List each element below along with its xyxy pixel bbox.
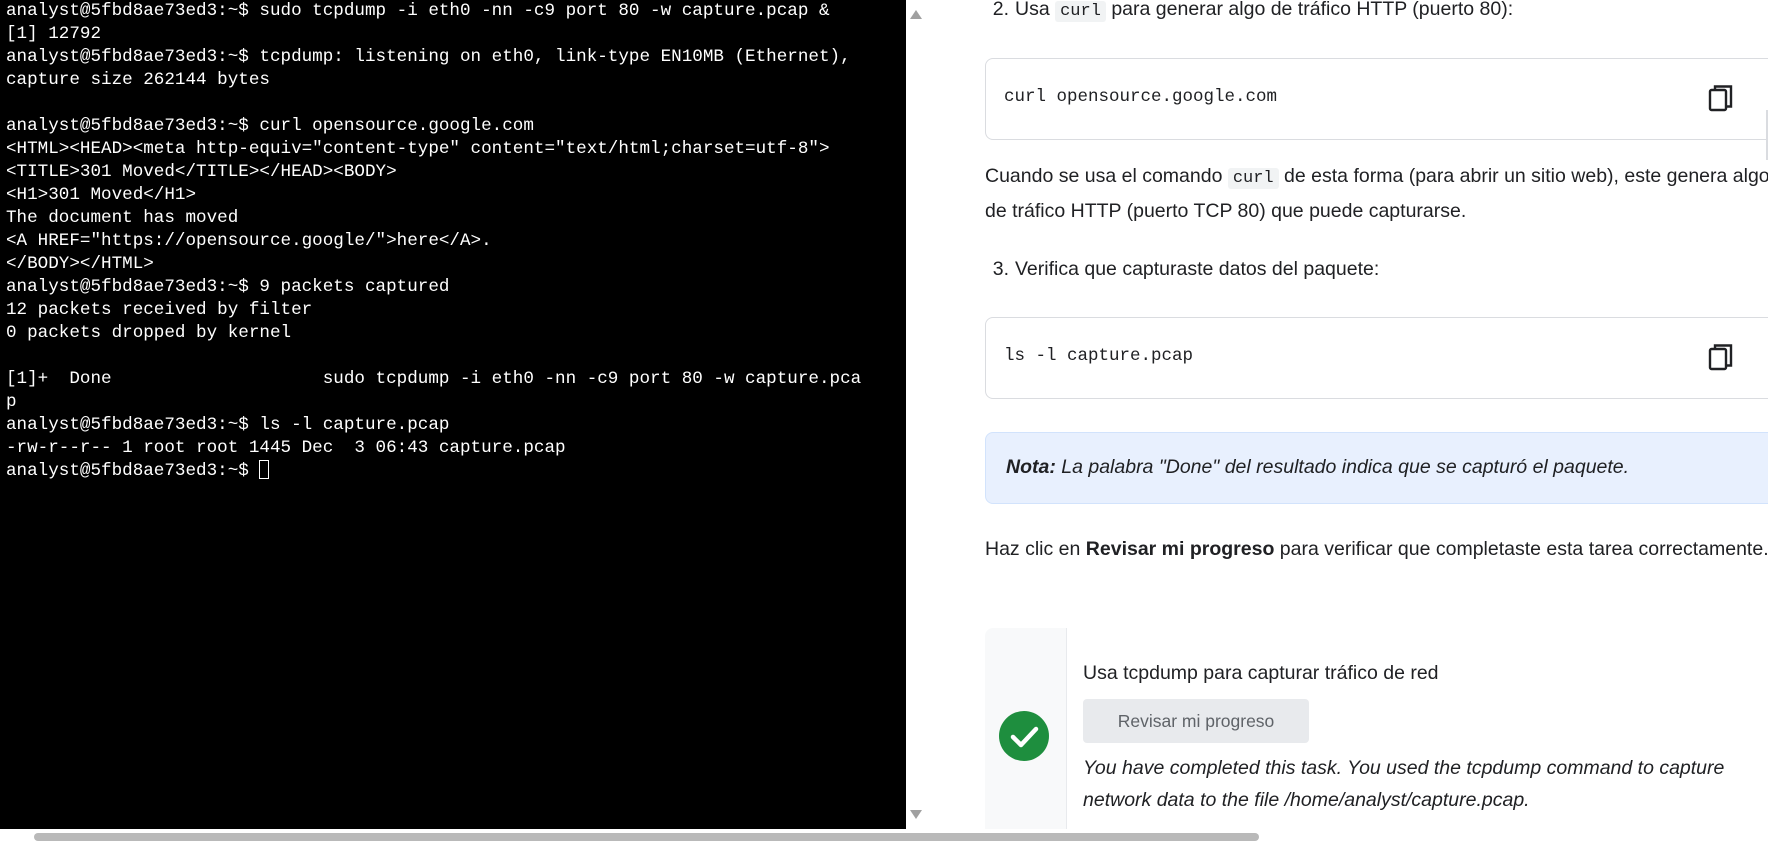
progress-instruction-after: para verificar que completaste esta tare… (1274, 538, 1768, 560)
step-2-text-before: Usa (1015, 0, 1056, 20)
code-block-curl: curl opensource.google.com (985, 58, 1768, 140)
curl-explanation-code: curl (1227, 168, 1279, 189)
terminal-line: <A HREF="https://opensource.google/">her… (6, 231, 492, 251)
terminal-line: analyst@5fbd8ae73ed3:~$ tcpdump: listeni… (6, 47, 851, 67)
terminal-vertical-scrollbar[interactable] (906, 0, 926, 829)
terminal-line: analyst@5fbd8ae73ed3:~$ curl opensource.… (6, 116, 534, 136)
task-progress-card: Usa tcpdump para capturar tráfico de red… (985, 628, 1768, 829)
step-3-text: Verifica que capturaste datos del paquet… (1015, 258, 1380, 280)
copy-icon[interactable] (1708, 84, 1734, 114)
terminal-line: </BODY></HTML> (6, 254, 154, 274)
horizontal-scrollbar[interactable] (0, 829, 1768, 842)
terminal-prompt: analyst@5fbd8ae73ed3:~$ (6, 461, 260, 481)
curl-explanation: Cuando se usa el comando curl de esta fo… (985, 160, 1768, 227)
progress-instruction-before: Haz clic en (985, 538, 1086, 560)
step-3-number: 3. (992, 258, 1009, 280)
note-text: Nota: La palabra "Done" del resultado in… (1006, 456, 1629, 479)
curl-explanation-before: Cuando se usa el comando (985, 165, 1228, 187)
task-title: Usa tcpdump para capturar tráfico de red (1083, 662, 1439, 684)
terminal-line: The document has moved (6, 208, 239, 228)
terminal-line: -rw-r--r-- 1 root root 1445 Dec 3 06:43 … (6, 438, 566, 458)
copy-icon[interactable] (1708, 343, 1734, 373)
terminal-line: analyst@5fbd8ae73ed3:~$ sudo tcpdump -i … (6, 1, 830, 21)
code-block-ls: ls -l capture.pcap (985, 317, 1768, 399)
step-2-number: 2. (992, 0, 1009, 20)
terminal-line: p (6, 392, 17, 412)
step-3: 3. Verifica que capturaste datos del paqu… (985, 258, 1380, 281)
terminal-line: capture size 262144 bytes (6, 70, 270, 90)
terminal-line: [1] 12792 (6, 24, 102, 44)
code-ls-command: ls -l capture.pcap (1004, 346, 1194, 366)
scroll-down-arrow-icon[interactable] (910, 810, 922, 819)
terminal-cursor (259, 460, 270, 479)
terminal-window[interactable]: analyst@5fbd8ae73ed3:~$ sudo tcpdump -i … (0, 0, 906, 829)
instructions-panel: 2. Usa curl para generar algo de tráfico … (926, 0, 1768, 829)
terminal-line: 12 packets received by filter (6, 300, 313, 320)
task-card-content: Usa tcpdump para capturar tráfico de red… (1067, 628, 1768, 829)
progress-instruction-bold: Revisar mi progreso (1085, 538, 1275, 560)
code-curl-command: curl opensource.google.com (1004, 87, 1278, 107)
terminal-line: analyst@5fbd8ae73ed3:~$ 9 packets captur… (6, 277, 450, 297)
horizontal-scrollbar-thumb[interactable] (34, 833, 1259, 841)
step-2-inline-code: curl (1055, 1, 1106, 22)
terminal-line: analyst@5fbd8ae73ed3:~$ ls -l capture.pc… (6, 415, 450, 435)
scroll-up-arrow-icon[interactable] (910, 10, 922, 19)
terminal-output: analyst@5fbd8ae73ed3:~$ sudo tcpdump -i … (6, 0, 861, 483)
note-body: La palabra "Done" del resultado indica q… (1055, 456, 1630, 478)
terminal-line: <TITLE>301 Moved</TITLE></HEAD><BODY> (6, 162, 397, 182)
progress-instruction: Haz clic en Revisar mi progreso para ver… (985, 533, 1768, 565)
check-icon (999, 711, 1049, 761)
note-callout: Nota: La palabra "Done" del resultado in… (985, 432, 1768, 504)
note-label: Nota: (1006, 456, 1056, 478)
terminal-prompt-line[interactable]: analyst@5fbd8ae73ed3:~$ (6, 460, 861, 483)
check-progress-button[interactable]: Revisar mi progreso (1083, 699, 1309, 743)
task-completion-message: You have completed this task. You used t… (1083, 757, 1725, 811)
step-2: 2. Usa curl para generar algo de tráfico … (985, 0, 1514, 22)
step-2-text-after: para generar algo de tráfico HTTP (puert… (1105, 0, 1514, 20)
terminal-line: <H1>301 Moved</H1> (6, 185, 197, 205)
terminal-line: <HTML><HEAD><meta http-equiv="content-ty… (6, 139, 830, 159)
terminal-line: 0 packets dropped by kernel (6, 323, 292, 343)
terminal-line: [1]+ Done sudo tcpdump -i eth0 -nn -c9 p… (6, 369, 862, 389)
